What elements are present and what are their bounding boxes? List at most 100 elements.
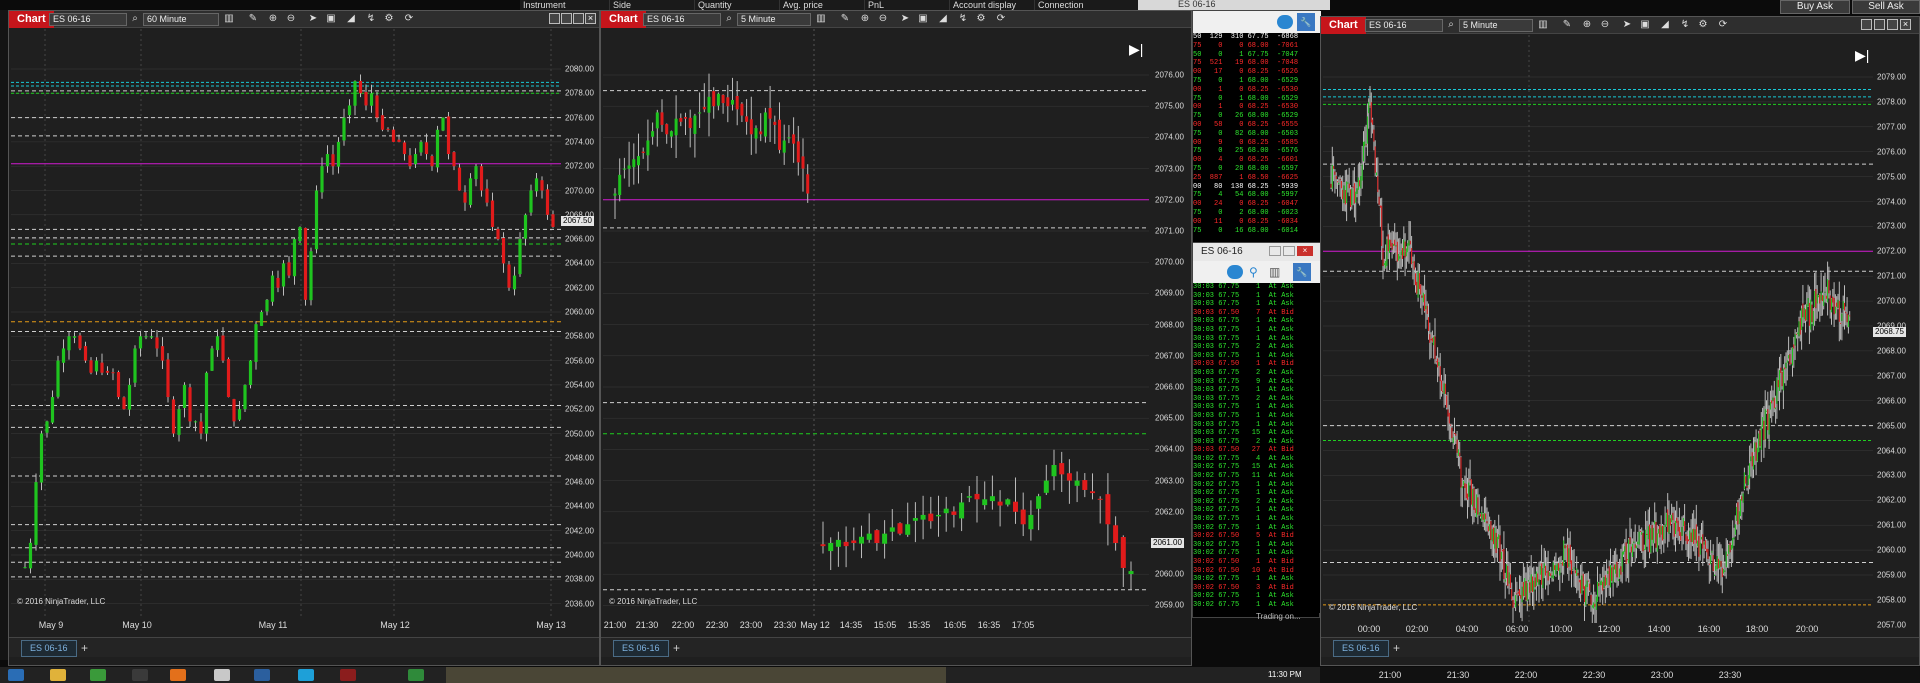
tab-es-06-16[interactable]: ES 06-16 (1333, 640, 1389, 657)
time-axis[interactable]: 00:00 02:00 04:00 06:00 10:00 12:00 14:00 16:00… (1323, 623, 1873, 637)
zoom-out-icon[interactable]: ⊖ (1599, 19, 1611, 31)
time-axis[interactable]: 21:00 21:30 22:00 22:30 23:00 23:30 May 12 14:3… (603, 619, 1149, 633)
data-row[interactable]: 00 1 0 68.25 -6530 (1193, 86, 1321, 95)
data-row[interactable]: 30:03 67.75 1 At Ask (1193, 412, 1321, 421)
data-row[interactable]: 00 1 0 68.25 -6530 (1193, 103, 1321, 112)
data-row[interactable]: 30:03 67.50 27 At Bid (1193, 446, 1321, 455)
chart-plot-3[interactable] (1323, 35, 1873, 623)
bar-type-icon[interactable]: ▥ (815, 13, 827, 25)
data-row[interactable]: 00 80 138 68.25 -5939 (1193, 183, 1321, 192)
chat-icon[interactable] (1227, 265, 1243, 279)
data-row[interactable]: 30:03 67.75 2 At Ask (1193, 438, 1321, 447)
search-icon[interactable]: ⌕ (723, 13, 735, 25)
data-row[interactable]: 30:02 67.50 5 At Bid (1193, 532, 1321, 541)
tab-es-06-16[interactable]: ES 06-16 (21, 640, 77, 657)
data-row[interactable]: 75 521 19 68.00 -7048 (1193, 59, 1321, 68)
price-axis[interactable]: 2076.00 2075.00 2074.00 2073.00 2072.00 2071.… (1151, 29, 1191, 619)
data-row[interactable]: 30:02 67.75 11 At Ask (1193, 472, 1321, 481)
app-icon[interactable] (214, 669, 230, 681)
cursor-icon[interactable]: ➤ (899, 13, 911, 25)
zoom-out-icon[interactable]: ⊖ (285, 13, 297, 25)
data-row[interactable]: 50 129 310 67.75 -6868 (1193, 33, 1321, 42)
app-icon[interactable] (254, 669, 270, 681)
data-row[interactable]: 30:03 67.75 1 At Ask (1193, 403, 1321, 412)
data-row[interactable]: 30:02 67.75 1 At Ask (1193, 481, 1321, 490)
refresh-icon[interactable]: ⟳ (1717, 19, 1729, 31)
interval-selector[interactable]: 5 Minute (1459, 19, 1533, 32)
properties-icon[interactable]: ⚙ (975, 13, 987, 25)
data-row[interactable]: 30:03 67.75 1 At Ask (1193, 292, 1321, 301)
data-row[interactable]: 30:02 67.75 1 At Ask (1193, 506, 1321, 515)
data-row[interactable]: 00 4 0 68.25 -6601 (1193, 156, 1321, 165)
bar-type-icon[interactable]: ▥ (223, 13, 235, 25)
properties-icon[interactable]: ⚙ (1697, 19, 1709, 31)
cursor-icon[interactable]: ➤ (307, 13, 319, 25)
data-row[interactable]: 75 0 28 68.00 -6597 (1193, 165, 1321, 174)
wrench-icon[interactable]: 🔧 (1297, 13, 1315, 31)
data-row[interactable]: 30:02 67.75 1 At Ask (1193, 592, 1321, 601)
zoom-out-icon[interactable]: ⊖ (877, 13, 889, 25)
draw-pencil-icon[interactable]: ✎ (839, 13, 851, 25)
maximize-button[interactable] (1887, 19, 1898, 30)
chart-titlebar[interactable]: Chart ES 06-16 ⌕ 5 Minute ▥ ✎ ⊕ ⊖ ➤ ▣ ◢ … (1321, 17, 1919, 34)
chart-plot-1[interactable] (11, 29, 561, 619)
data-row[interactable]: 30:03 67.75 1 At Ask (1193, 283, 1321, 292)
data-row[interactable]: 75 0 2 68.00 -6023 (1193, 209, 1321, 218)
data-row[interactable]: 30:02 67.50 10 At Bid (1193, 567, 1321, 576)
restore-button[interactable] (1874, 19, 1885, 30)
data-row[interactable]: 00 58 0 68.25 -6555 (1193, 121, 1321, 130)
app-icon[interactable] (132, 669, 148, 681)
tab-es-06-16[interactable]: ES 06-16 (613, 640, 669, 657)
search-icon[interactable]: ⌕ (1445, 19, 1457, 31)
interval-selector[interactable]: 60 Minute (143, 13, 219, 26)
sell-ask-button[interactable]: Sell Ask (1852, 0, 1920, 14)
data-row[interactable]: 30:02 67.75 15 At Ask (1193, 463, 1321, 472)
indicators-icon[interactable]: ◢ (345, 13, 357, 25)
add-tab-button[interactable]: + (673, 641, 680, 655)
minimize-button[interactable] (1269, 246, 1281, 256)
zoom-icon[interactable]: ⊕ (267, 13, 279, 25)
chat-icon[interactable] (1277, 15, 1293, 29)
data-row[interactable]: 75 0 16 68.00 -6014 (1193, 227, 1321, 236)
strategies-icon[interactable]: ↯ (957, 13, 969, 25)
small-window-title[interactable]: ES 06-16 (1138, 0, 1330, 10)
bar-type-icon[interactable]: ▥ (1537, 19, 1549, 31)
instrument-selector[interactable]: ES 06-16 (1365, 19, 1443, 32)
chart-window-2[interactable]: Chart ES 06-16 ⌕ 5 Minute ▥ ✎ ⊕ ⊖ ➤ ▣ ◢ … (600, 10, 1192, 666)
interval-selector[interactable]: 5 Minute (737, 13, 811, 26)
data-row[interactable]: 30:03 67.75 2 At Ask (1193, 369, 1321, 378)
start-icon[interactable] (8, 669, 24, 681)
close-button[interactable]: × (1297, 246, 1313, 256)
data-row[interactable]: 30:02 67.75 1 At Ask (1193, 601, 1321, 610)
minimize-button[interactable] (1861, 19, 1872, 30)
data-row[interactable]: 30:03 67.75 1 At Ask (1193, 386, 1321, 395)
data-row[interactable]: 00 17 0 68.25 -6526 (1193, 68, 1321, 77)
data-row[interactable]: 30:02 67.50 1 At Bid (1193, 558, 1321, 567)
zoom-icon[interactable]: ⊕ (859, 13, 871, 25)
data-row[interactable]: 00 9 0 68.25 -6585 (1193, 139, 1321, 148)
screenshot-icon[interactable]: ▣ (917, 13, 929, 25)
data-row[interactable]: 00 11 0 68.25 -6034 (1193, 218, 1321, 227)
chart-titlebar[interactable]: Chart ES 06-16 ⌕ 60 Minute ▥ ✎ ⊕ ⊖ ➤ ▣ ◢… (9, 11, 599, 28)
data-row[interactable]: 30:03 67.75 1 At Ask (1193, 326, 1321, 335)
data-row[interactable]: 30:02 67.75 1 At Ask (1193, 541, 1321, 550)
data-row[interactable]: 30:02 67.75 4 At Ask (1193, 455, 1321, 464)
data-row[interactable]: 75 0 26 68.00 -6529 (1193, 112, 1321, 121)
instrument-selector[interactable]: ES 06-16 (49, 13, 127, 26)
data-row[interactable]: 30:03 67.75 1 At Ask (1193, 300, 1321, 309)
draw-pencil-icon[interactable]: ✎ (1561, 19, 1573, 31)
chart-titlebar[interactable]: Chart ES 06-16 ⌕ 5 Minute ▥ ✎ ⊕ ⊖ ➤ ▣ ◢ … (601, 11, 1191, 28)
indicators-icon[interactable]: ◢ (937, 13, 949, 25)
timesales-window[interactable]: ES 06-16 × ⚲ ▥ 🔧 30:03 67.75 1 At Ask 30:… (1192, 242, 1321, 618)
maximize-button[interactable] (1283, 246, 1295, 256)
buy-ask-button[interactable]: Buy Ask (1780, 0, 1850, 14)
properties-icon[interactable]: ⚙ (383, 13, 395, 25)
chart-window-1[interactable]: Chart ES 06-16 ⌕ 60 Minute ▥ ✎ ⊕ ⊖ ➤ ▣ ◢… (8, 10, 600, 666)
data-row[interactable]: 75 0 0 68.00 -7061 (1193, 42, 1321, 51)
firefox-icon[interactable] (170, 669, 186, 681)
price-ladder[interactable]: 50 129 310 67.75 -6868 75 0 0 68.00 -7061… (1193, 33, 1321, 243)
data-row[interactable]: 30:03 67.75 1 At Ask (1193, 421, 1321, 430)
data-row[interactable]: 30:02 67.50 3 At Bid (1193, 584, 1321, 593)
app-icon[interactable] (340, 669, 356, 681)
data-row[interactable]: 30:03 67.75 15 At Ask (1193, 429, 1321, 438)
